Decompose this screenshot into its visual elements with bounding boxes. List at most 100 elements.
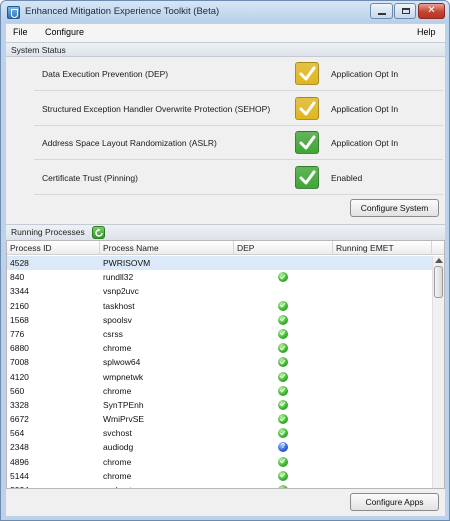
process-id-cell: 2160 <box>10 300 29 311</box>
title-bar[interactable]: Enhanced Mitigation Experience Toolkit (… <box>1 1 449 23</box>
status-row: Data Execution Prevention (DEP) Applicati… <box>6 57 445 91</box>
dep-enabled-icon <box>278 328 288 339</box>
table-row[interactable]: 6672 WmiPrvSE <box>7 412 432 426</box>
process-id-cell: 560 <box>10 385 25 396</box>
process-id-cell: 7008 <box>10 357 29 368</box>
table-row[interactable]: 4896 chrome <box>7 455 432 469</box>
column-process-id[interactable]: Process ID <box>7 241 100 255</box>
process-id-cell: 5144 <box>10 470 29 481</box>
table-row[interactable]: 564 svchost <box>7 426 432 440</box>
row-divider <box>34 193 443 195</box>
configure-apps-button[interactable]: Configure Apps <box>350 493 439 511</box>
status-row: Certificate Trust (Pinning) Enabled <box>6 161 445 195</box>
process-rows: 4528 PWRISOVM 840 rundll32 3344 vsnp2uvc 2160 t… <box>7 256 432 488</box>
running-processes-title: Running Processes <box>11 227 85 237</box>
status-check-icon <box>295 131 319 154</box>
status-check-icon <box>295 96 319 120</box>
status-label: Certificate Trust (Pinning) <box>42 172 138 183</box>
process-name-cell: PWRISOVM <box>103 258 151 268</box>
process-id-cell: 2348 <box>10 442 29 453</box>
process-name-cell: audiodg <box>103 442 134 453</box>
table-row[interactable]: 4120 wmpnetwk <box>7 370 432 384</box>
menu-help[interactable]: Help <box>417 27 436 37</box>
process-id-cell: 564 <box>10 428 25 439</box>
dep-enabled-icon <box>278 272 288 283</box>
status-row: Address Space Layout Randomization (ASLR… <box>6 126 445 160</box>
scroll-thumb[interactable] <box>434 266 443 298</box>
status-label: Structured Exception Handler Overwrite P… <box>42 103 271 114</box>
status-label: Data Execution Prevention (DEP) <box>42 69 169 79</box>
dep-enabled-icon <box>278 343 288 354</box>
process-name-cell: chrome <box>103 470 132 481</box>
status-check-icon <box>295 165 319 189</box>
maximize-button[interactable] <box>394 3 416 19</box>
process-id-cell: 3328 <box>10 399 29 410</box>
process-id-cell: 4528 <box>10 258 29 268</box>
column-process-name[interactable]: Process Name <box>100 241 234 255</box>
app-window: Enhanced Mitigation Experience Toolkit (… <box>0 0 450 521</box>
system-status-title: System Status <box>11 45 66 55</box>
close-icon: ✕ <box>427 5 436 16</box>
process-id-cell: 6672 <box>10 414 29 425</box>
process-id-cell: 4120 <box>10 371 29 382</box>
status-value: Enabled <box>331 172 363 183</box>
menu-bar: File Configure Help <box>6 24 445 42</box>
process-name-cell: spoolsv <box>103 314 132 325</box>
dep-enabled-icon <box>278 385 288 396</box>
process-name-cell: SynTPEnh <box>103 399 144 410</box>
dep-enabled-icon <box>278 470 288 481</box>
dep-enabled-icon <box>278 485 288 488</box>
system-status-header: System Status <box>6 42 445 57</box>
process-table[interactable]: Process ID Process Name DEP Running EMET… <box>6 240 445 489</box>
table-row[interactable]: 560 chrome <box>7 384 432 398</box>
process-name-cell: svchost <box>103 485 132 488</box>
process-name-cell: chrome <box>103 456 132 467</box>
table-row[interactable]: 7008 splwow64 <box>7 355 432 369</box>
status-row: Structured Exception Handler Overwrite P… <box>6 92 445 126</box>
process-name-cell: chrome <box>103 343 132 354</box>
process-name-cell: chrome <box>103 385 132 396</box>
column-dep[interactable]: DEP <box>234 241 333 255</box>
process-id-cell: 840 <box>10 272 25 283</box>
dep-enabled-icon <box>278 371 288 382</box>
process-name-cell: splwow64 <box>103 357 141 368</box>
system-status-panel: Data Execution Prevention (DEP) Applicati… <box>6 57 445 195</box>
table-row[interactable]: 5144 chrome <box>7 469 432 483</box>
table-row[interactable]: 2348 audiodg? <box>7 440 432 454</box>
dep-enabled-icon <box>278 300 288 311</box>
process-id-cell: 4896 <box>10 456 29 467</box>
column-running-emet[interactable]: Running EMET <box>333 241 432 255</box>
table-row[interactable]: 840 rundll32 <box>7 270 432 284</box>
configure-system-button[interactable]: Configure System <box>350 199 439 217</box>
vertical-scrollbar[interactable] <box>432 256 444 488</box>
process-name-cell: rundll32 <box>103 272 134 283</box>
window-title: Enhanced Mitigation Experience Toolkit (… <box>25 6 220 17</box>
close-button[interactable]: ✕ <box>418 3 445 19</box>
table-row[interactable]: 1568 spoolsv <box>7 313 432 327</box>
menu-configure[interactable]: Configure <box>45 27 84 37</box>
process-id-cell: 776 <box>10 328 25 339</box>
minimize-icon <box>378 13 386 15</box>
menu-file[interactable]: File <box>13 27 28 37</box>
table-row[interactable]: 3344 vsnp2uvc <box>7 284 432 298</box>
process-id-cell: 2924 <box>10 485 29 488</box>
dep-enabled-icon <box>278 399 288 410</box>
table-row[interactable]: 2924 svchost <box>7 483 432 488</box>
dep-enabled-icon <box>278 414 288 425</box>
refresh-icon[interactable] <box>92 226 105 239</box>
running-processes-header: Running Processes <box>6 224 445 240</box>
minimize-button[interactable] <box>370 3 393 19</box>
client-area: File Configure Help System Status Data E… <box>6 24 445 516</box>
process-id-cell: 1568 <box>10 314 29 325</box>
process-table-header: Process ID Process Name DEP Running EMET <box>7 241 444 255</box>
status-value: Application Opt In <box>331 103 399 114</box>
dep-enabled-icon <box>278 456 288 467</box>
table-row[interactable]: 3328 SynTPEnh <box>7 398 432 412</box>
table-row[interactable]: 4528 PWRISOVM <box>7 256 432 271</box>
scroll-up-arrow-icon[interactable] <box>435 258 443 263</box>
table-row[interactable]: 776 csrss <box>7 327 432 341</box>
process-name-cell: vsnp2uvc <box>103 286 139 297</box>
emet-shield-icon <box>7 6 20 19</box>
table-row[interactable]: 2160 taskhost <box>7 299 432 313</box>
table-row[interactable]: 6880 chrome <box>7 341 432 355</box>
